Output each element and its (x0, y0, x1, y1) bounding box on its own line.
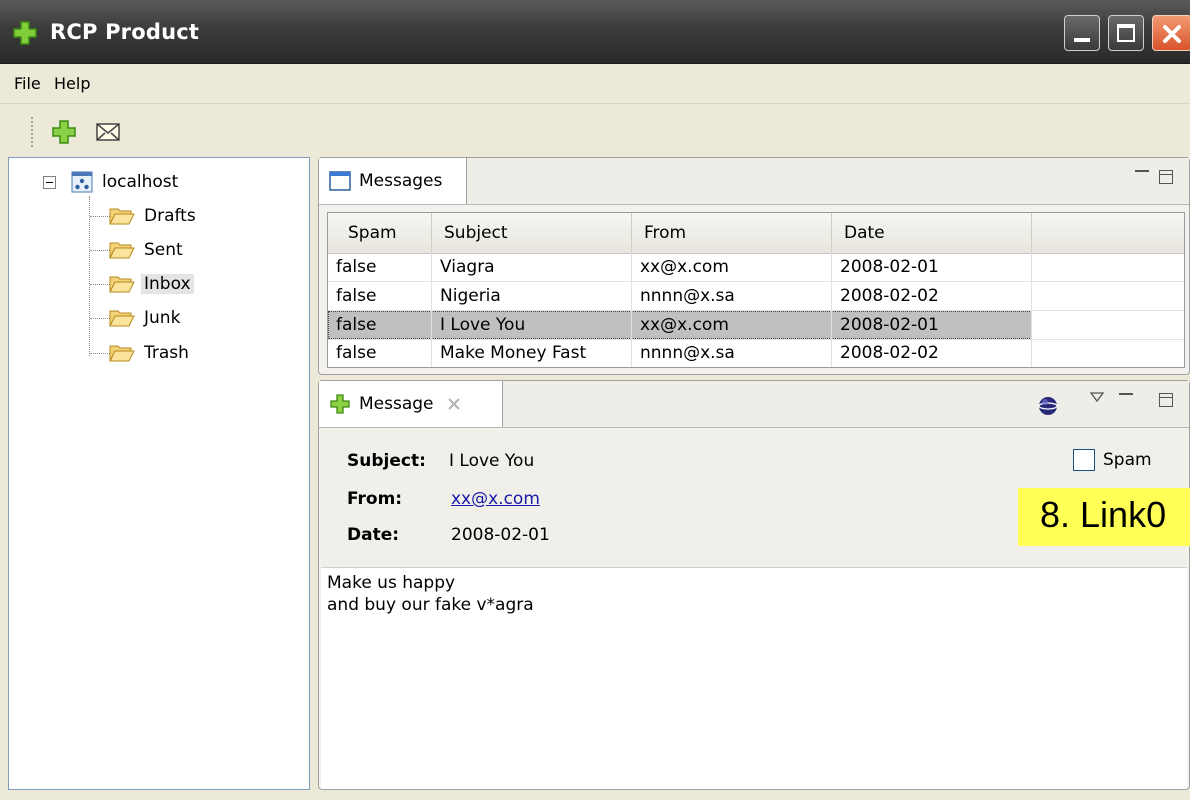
cell-date: 2008-02-02 (832, 339, 1032, 367)
tree-label-junk: Junk (144, 308, 181, 328)
maximize-view-icon[interactable] (1159, 393, 1173, 407)
message-body[interactable]: Make us happy and buy our fake v*agra (321, 567, 1187, 789)
tab-message-label: Message (359, 394, 434, 414)
cell-from: nnnn@x.sa (632, 339, 832, 367)
from-link[interactable]: xx@x.com (451, 489, 540, 509)
tree-label-inbox: Inbox (141, 274, 194, 294)
tree-node-sent[interactable]: Sent (109, 237, 186, 263)
folder-open-icon (109, 208, 135, 225)
cell-subject: Viagra (432, 253, 632, 281)
folder-open-icon (109, 242, 135, 259)
window-icon (329, 171, 351, 191)
cell-from: xx@x.com (632, 253, 832, 281)
app-window: RCP Product File Help localhost Drafts S… (0, 0, 1190, 800)
menu-bar: File Help (0, 64, 1190, 104)
folder-open-icon (109, 310, 135, 327)
maximize-view-icon[interactable] (1159, 170, 1173, 184)
tree-node-junk[interactable]: Junk (109, 305, 183, 331)
tree-label-drafts: Drafts (144, 206, 196, 226)
toolbar-grip[interactable] (30, 116, 34, 148)
column-header-subject[interactable]: Subject (432, 213, 632, 253)
spam-checkbox[interactable] (1073, 449, 1095, 471)
annotation-label: 8. Link0 (1018, 488, 1190, 546)
cell-subject: I Love You (432, 311, 632, 339)
cell-spam: false (328, 253, 432, 281)
tree-root-label: localhost (102, 172, 179, 192)
table-row[interactable]: false Nigeria nnnn@x.sa 2008-02-02 (328, 282, 1184, 310)
subject-value: I Love You (449, 451, 535, 471)
tree-branch (90, 284, 110, 285)
menu-file[interactable]: File (14, 74, 41, 93)
window-title: RCP Product (50, 20, 200, 44)
tree-node-localhost[interactable]: localhost (71, 169, 181, 195)
tab-message[interactable]: Message (319, 381, 503, 427)
cell-spam: false (328, 282, 432, 310)
folder-open-icon (109, 345, 135, 362)
folder-open-icon (109, 276, 135, 293)
table-row[interactable]: false Viagra xx@x.com 2008-02-01 (328, 253, 1184, 281)
add-icon (330, 394, 350, 414)
tree-guide (89, 196, 90, 356)
column-header-from[interactable]: From (632, 213, 832, 253)
minimize-view-icon[interactable] (1119, 393, 1133, 399)
messages-view: Messages Spam Subject From Date false Vi… (318, 157, 1190, 375)
mail-icon[interactable] (94, 118, 122, 146)
close-icon (1163, 25, 1181, 43)
messages-tabstrip: Messages (319, 158, 1189, 205)
close-tab-icon[interactable] (446, 396, 462, 412)
column-header-date[interactable]: Date (832, 213, 1032, 253)
tree-label-trash: Trash (144, 343, 189, 363)
cell-date: 2008-02-02 (832, 282, 1032, 310)
view-menu-icon[interactable] (1089, 391, 1105, 403)
cell-date: 2008-02-01 (832, 311, 1032, 339)
toolbar (0, 104, 1190, 156)
tree-branch (90, 353, 110, 354)
spam-checkbox-label: Spam (1103, 450, 1152, 470)
folder-tree: localhost Drafts Sent Inbox Junk Trash (8, 157, 310, 790)
annotation-text: 8. Link0 (1040, 494, 1167, 535)
message-view: Message Subject: I Love You From: xx@x.c… (318, 380, 1190, 790)
tab-messages-label: Messages (359, 171, 443, 191)
menu-help[interactable]: Help (54, 74, 90, 93)
maximize-button[interactable] (1108, 15, 1144, 51)
from-label: From: (347, 489, 403, 509)
app-plus-icon (13, 21, 37, 45)
cell-spam: false (328, 339, 432, 367)
cell-subject: Nigeria (432, 282, 632, 310)
messages-table: Spam Subject From Date false Viagra xx@x… (327, 212, 1185, 368)
globe-icon[interactable] (1037, 395, 1059, 417)
tree-node-trash[interactable]: Trash (109, 340, 192, 366)
minimize-button[interactable] (1064, 15, 1100, 51)
collapse-toggle[interactable] (43, 176, 56, 189)
cell-spam: false (328, 311, 432, 339)
server-icon (71, 171, 93, 193)
cell-date: 2008-02-01 (832, 253, 1032, 281)
close-window-button[interactable] (1152, 15, 1190, 51)
tree-node-drafts[interactable]: Drafts (109, 203, 199, 229)
table-header: Spam Subject From Date (328, 213, 1184, 254)
tree-node-inbox[interactable]: Inbox (109, 271, 194, 297)
tree-branch (90, 250, 110, 251)
table-row-selected[interactable]: false I Love You xx@x.com 2008-02-01 (328, 311, 1032, 339)
tree-label-sent: Sent (144, 240, 183, 260)
minimize-view-icon[interactable] (1135, 170, 1149, 176)
cell-from: nnnn@x.sa (632, 282, 832, 310)
table-row[interactable]: false Make Money Fast nnnn@x.sa 2008-02-… (328, 339, 1184, 367)
title-bar: RCP Product (0, 0, 1190, 64)
tree-branch (90, 318, 110, 319)
subject-label: Subject: (347, 451, 426, 471)
cell-subject: Make Money Fast (432, 339, 632, 367)
tree-branch (90, 216, 110, 217)
add-icon[interactable] (50, 118, 78, 146)
column-header-spam[interactable]: Spam (328, 213, 432, 253)
cell-from: xx@x.com (632, 311, 832, 339)
tab-messages[interactable]: Messages (319, 158, 467, 204)
date-label: Date: (347, 525, 400, 545)
date-value: 2008-02-01 (451, 525, 550, 545)
message-tabstrip: Message (319, 381, 1189, 428)
